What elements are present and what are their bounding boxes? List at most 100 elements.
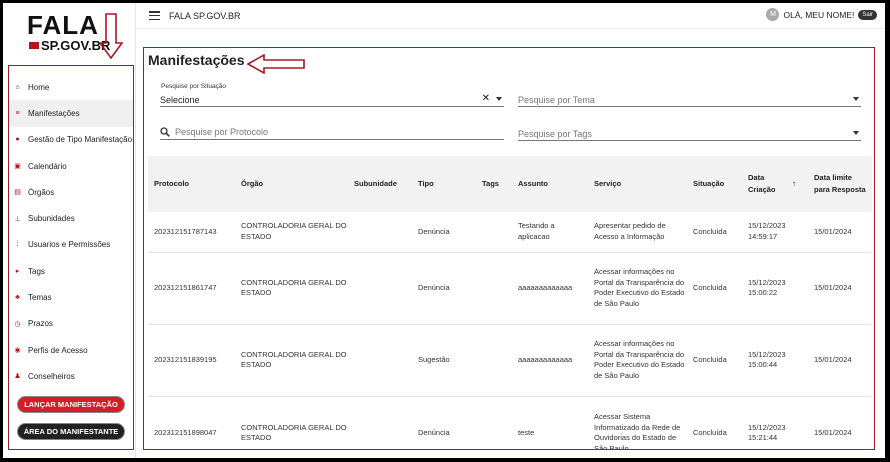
clock-icon: ◷ bbox=[14, 320, 21, 328]
protocolo-search bbox=[160, 125, 504, 140]
lancar-manifestacao-button[interactable]: LANÇAR MANIFESTAÇÃO bbox=[17, 396, 125, 413]
sitemap-icon: ⊥ bbox=[14, 215, 21, 223]
cell-tags bbox=[476, 396, 512, 449]
sidebar-item-label: Manifestações bbox=[28, 108, 80, 118]
cell-criacao: 15/12/2023 15:00:22 bbox=[742, 252, 808, 325]
sidebar-item-label: Usuarios e Permissões bbox=[28, 240, 111, 250]
cell-orgao: CONTROLADORIA GERAL DO ESTADO bbox=[235, 212, 348, 253]
logo[interactable]: FALA SP.GOV.BR bbox=[27, 10, 110, 52]
avatar: M bbox=[766, 8, 780, 21]
sidebar-item-usuarios[interactable]: ⁞ Usuarios e Permissões bbox=[9, 232, 133, 258]
sidebar-item-label: Conselheiros bbox=[28, 371, 75, 381]
sidebar-item-conselheiros[interactable]: ♟ Conselheiros bbox=[9, 363, 133, 389]
sidebar-item-prazos[interactable]: ◷ Prazos bbox=[9, 311, 133, 337]
page-title: Manifestações bbox=[148, 52, 245, 68]
sidebar-item-label: Subunidades bbox=[28, 214, 75, 224]
col-tags[interactable]: Tags bbox=[476, 156, 512, 212]
annotation-down-arrow-icon bbox=[99, 13, 123, 59]
cell-tipo: Sugestão bbox=[412, 324, 476, 397]
calendar-icon: ▣ bbox=[14, 163, 21, 171]
cell-limite: 15/01/2024 bbox=[808, 324, 872, 397]
cell-tags bbox=[476, 252, 512, 325]
app-window: FALA SP.GOV.BR ⌂ Home ≡ Manifestações ● bbox=[3, 3, 885, 458]
app-title: FALA SP.GOV.BR bbox=[169, 10, 241, 21]
situacao-value: Selecione bbox=[160, 94, 200, 105]
tag-icon: ▸ bbox=[15, 268, 20, 276]
list-icon: ≡ bbox=[15, 109, 20, 117]
logo-fala: FALA bbox=[27, 10, 99, 40]
cell-tags bbox=[476, 212, 512, 253]
tags-select[interactable]: Pesquise por Tags bbox=[518, 127, 861, 141]
tema-select[interactable]: Pesquise por Tema bbox=[518, 93, 861, 107]
col-assunto[interactable]: Assunto bbox=[512, 156, 588, 212]
clear-icon[interactable]: ✕ bbox=[482, 93, 490, 104]
col-protocolo[interactable]: Protocolo bbox=[148, 156, 235, 212]
col-situacao[interactable]: Situação bbox=[687, 156, 742, 212]
col-subunidade[interactable]: Subunidade bbox=[348, 156, 412, 212]
situacao-select[interactable]: Selecione ✕ bbox=[160, 93, 504, 107]
cell-situacao: Concluída bbox=[687, 252, 742, 325]
col-orgao[interactable]: Órgão bbox=[235, 156, 348, 212]
cell-limite: 15/01/2024 bbox=[808, 212, 872, 253]
cell-protocolo: 202312151861747 bbox=[148, 252, 235, 325]
cell-protocolo: 202312151898047 bbox=[148, 396, 235, 449]
cell-subunidade bbox=[348, 324, 412, 397]
sidebar-item-temas[interactable]: ♣ Temas bbox=[9, 284, 133, 310]
sidebar-item-label: Calendário bbox=[28, 161, 67, 171]
cell-subunidade bbox=[348, 396, 412, 449]
cell-orgao: CONTROLADORIA GERAL DO ESTADO bbox=[235, 324, 348, 397]
sidebar-item-label: Gestão de Tipo Manifestação bbox=[28, 135, 133, 145]
protocolo-search-input[interactable] bbox=[175, 127, 475, 137]
sidebar: FALA SP.GOV.BR ⌂ Home ≡ Manifestações ● bbox=[3, 3, 136, 458]
topbar: FALA SP.GOV.BR M OLÁ, MEU NOME! Sair bbox=[136, 3, 885, 29]
cell-tags bbox=[476, 324, 512, 397]
logo-sp-mark bbox=[29, 42, 39, 49]
col-data-criacao[interactable]: Data Criação ↑ bbox=[742, 156, 808, 212]
col-data-limite[interactable]: Data limite para Resposta bbox=[808, 156, 872, 212]
cell-servico: Apresentar pedido de Acesso a Informação bbox=[588, 212, 687, 253]
table-row[interactable]: 202312151839195 CONTROLADORIA GERAL DO E… bbox=[148, 324, 872, 397]
situacao-label: Pesquise por Situação bbox=[161, 83, 227, 90]
user-menu[interactable]: M OLÁ, MEU NOME! Sair bbox=[766, 8, 877, 21]
building-icon: ▤ bbox=[14, 189, 21, 197]
table-row[interactable]: 202312151898047 CONTROLADORIA GERAL DO E… bbox=[148, 396, 872, 449]
sidebar-nav: ⌂ Home ≡ Manifestações ● Gestão de Tipo … bbox=[8, 65, 134, 450]
table-row[interactable]: 202312151861747 CONTROLADORIA GERAL DO E… bbox=[148, 252, 872, 325]
cell-orgao: CONTROLADORIA GERAL DO ESTADO bbox=[235, 252, 348, 325]
sidebar-item-home[interactable]: ⌂ Home bbox=[9, 74, 133, 100]
col-servico[interactable]: Serviço bbox=[588, 156, 687, 212]
sidebar-item-label: Perfis de Acesso bbox=[28, 345, 88, 355]
area-manifestante-button[interactable]: ÁREA DO MANIFESTANTE bbox=[17, 423, 125, 440]
sidebar-item-tags[interactable]: ▸ Tags bbox=[9, 258, 133, 284]
sidebar-item-label: Tags bbox=[28, 266, 45, 276]
cell-servico: Acessar Sistema Informatizado da Rede de… bbox=[588, 396, 687, 449]
tags-placeholder: Pesquise por Tags bbox=[518, 128, 592, 139]
table-row[interactable]: 202312151787143 CONTROLADORIA GERAL DO E… bbox=[148, 212, 872, 253]
cell-subunidade bbox=[348, 252, 412, 325]
sidebar-item-calendario[interactable]: ▣ Calendário bbox=[9, 153, 133, 179]
cell-orgao: CONTROLADORIA GERAL DO ESTADO bbox=[235, 396, 348, 449]
sidebar-item-manifestacoes[interactable]: ≡ Manifestações bbox=[9, 100, 133, 127]
greeting: OLÁ, MEU NOME! bbox=[783, 9, 855, 20]
sidebar-item-orgaos[interactable]: ▤ Órgãos bbox=[9, 179, 133, 205]
sidebar-item-gestao-tipo[interactable]: ● Gestão de Tipo Manifestação bbox=[9, 127, 133, 153]
chat-icon: ● bbox=[15, 136, 20, 144]
cell-limite: 15/01/2024 bbox=[808, 396, 872, 449]
cell-assunto: aaaaaaaaaaaaa bbox=[512, 324, 588, 397]
sidebar-item-subunidades[interactable]: ⊥ Subunidades bbox=[9, 205, 133, 231]
sidebar-item-perfis[interactable]: ◉ Perfis de Acesso bbox=[9, 337, 133, 363]
cell-situacao: Concluída bbox=[687, 396, 742, 449]
annotation-left-arrow-icon bbox=[247, 54, 305, 74]
menu-icon[interactable] bbox=[149, 11, 160, 20]
cell-limite: 15/01/2024 bbox=[808, 252, 872, 325]
cell-tipo: Denúncia bbox=[412, 396, 476, 449]
table-header-row: Protocolo Órgão Subunidade Tipo Tags Ass… bbox=[148, 156, 872, 212]
home-icon: ⌂ bbox=[15, 83, 20, 91]
cell-criacao: 15/12/2023 15:00:44 bbox=[742, 324, 808, 397]
chevron-down-icon bbox=[496, 97, 502, 101]
col-tipo[interactable]: Tipo bbox=[412, 156, 476, 212]
sort-arrow-up-icon[interactable]: ↑ bbox=[792, 178, 796, 190]
logout-button[interactable]: Sair bbox=[858, 9, 877, 20]
cell-criacao: 15/12/2023 14:59:17 bbox=[742, 212, 808, 253]
cell-situacao: Concluída bbox=[687, 212, 742, 253]
